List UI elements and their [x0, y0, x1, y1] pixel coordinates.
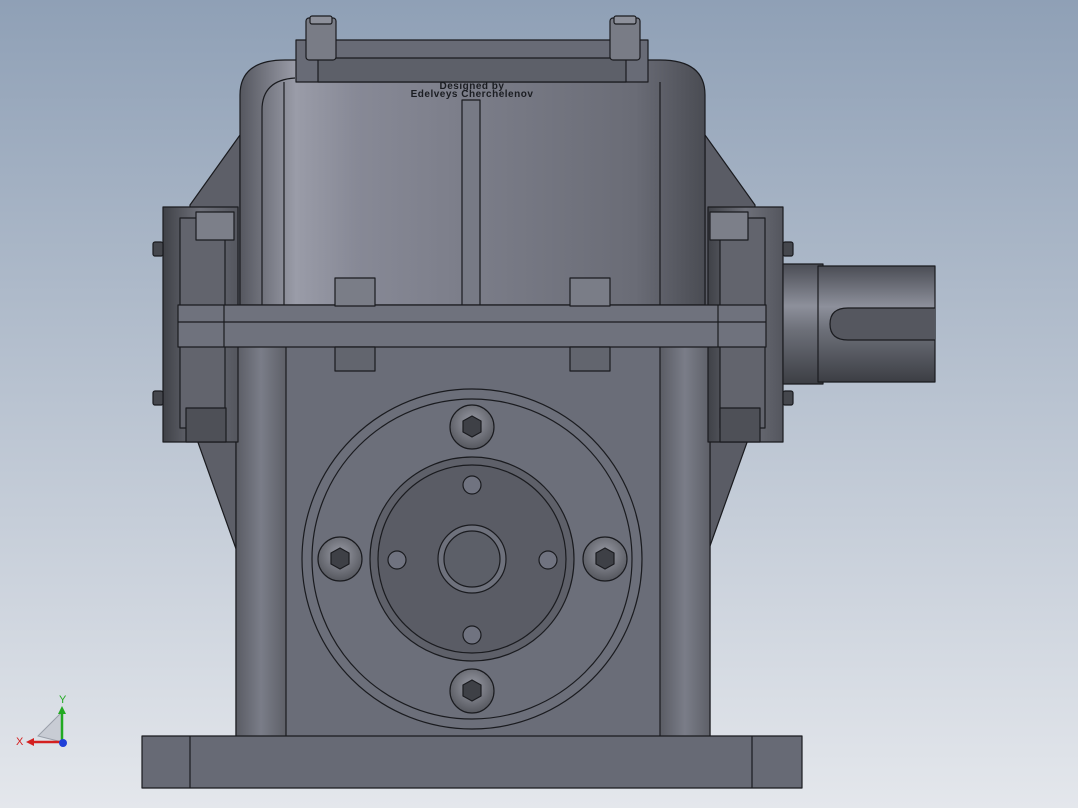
small-screw-top: [462, 475, 482, 495]
cover-rib: [461, 99, 481, 306]
small-screw-right: [538, 550, 558, 570]
shaft-keyway: [829, 307, 935, 341]
graphics-viewport[interactable]: Designed by Edelveys Cherchelenov X Y: [0, 0, 1078, 808]
left-bolt-upper: [152, 241, 164, 257]
right-bolt-upper: [782, 241, 794, 257]
right-column: [659, 344, 711, 738]
split-bolt-left-top: [334, 277, 376, 307]
triad-z-axis: [59, 739, 67, 747]
right-flange-foot: [719, 407, 761, 443]
top-plate-inner: [317, 57, 627, 83]
small-screw-left: [387, 550, 407, 570]
left-bolt-lower: [152, 390, 164, 406]
triad-x-label: X: [16, 736, 24, 748]
cap-screw-bottom: [449, 668, 495, 714]
left-column: [235, 344, 287, 738]
engraving-line-2: Edelveys Cherchelenov: [411, 89, 534, 100]
split-bolt-right-top: [569, 277, 611, 307]
cap-screw-right: [582, 536, 628, 582]
base-plate: [141, 735, 803, 789]
shaft-collar: [782, 263, 824, 385]
top-bolt-right-head: [613, 15, 637, 25]
triad-y-label: Y: [59, 694, 67, 706]
cap-screw-top: [449, 404, 495, 450]
small-screw-bottom: [462, 625, 482, 645]
right-flange-top-bolt: [709, 211, 749, 241]
center-bore-inner: [443, 530, 501, 588]
left-flange-foot: [185, 407, 227, 443]
left-flange-top-bolt: [195, 211, 235, 241]
right-bolt-lower: [782, 390, 794, 406]
cap-screw-left: [317, 536, 363, 582]
split-flange: [177, 304, 767, 348]
split-nut-left: [334, 346, 376, 372]
split-nut-right: [569, 346, 611, 372]
top-bolt-left-head: [309, 15, 333, 25]
gearbox-model[interactable]: Designed by Edelveys Cherchelenov X Y: [0, 0, 1078, 808]
